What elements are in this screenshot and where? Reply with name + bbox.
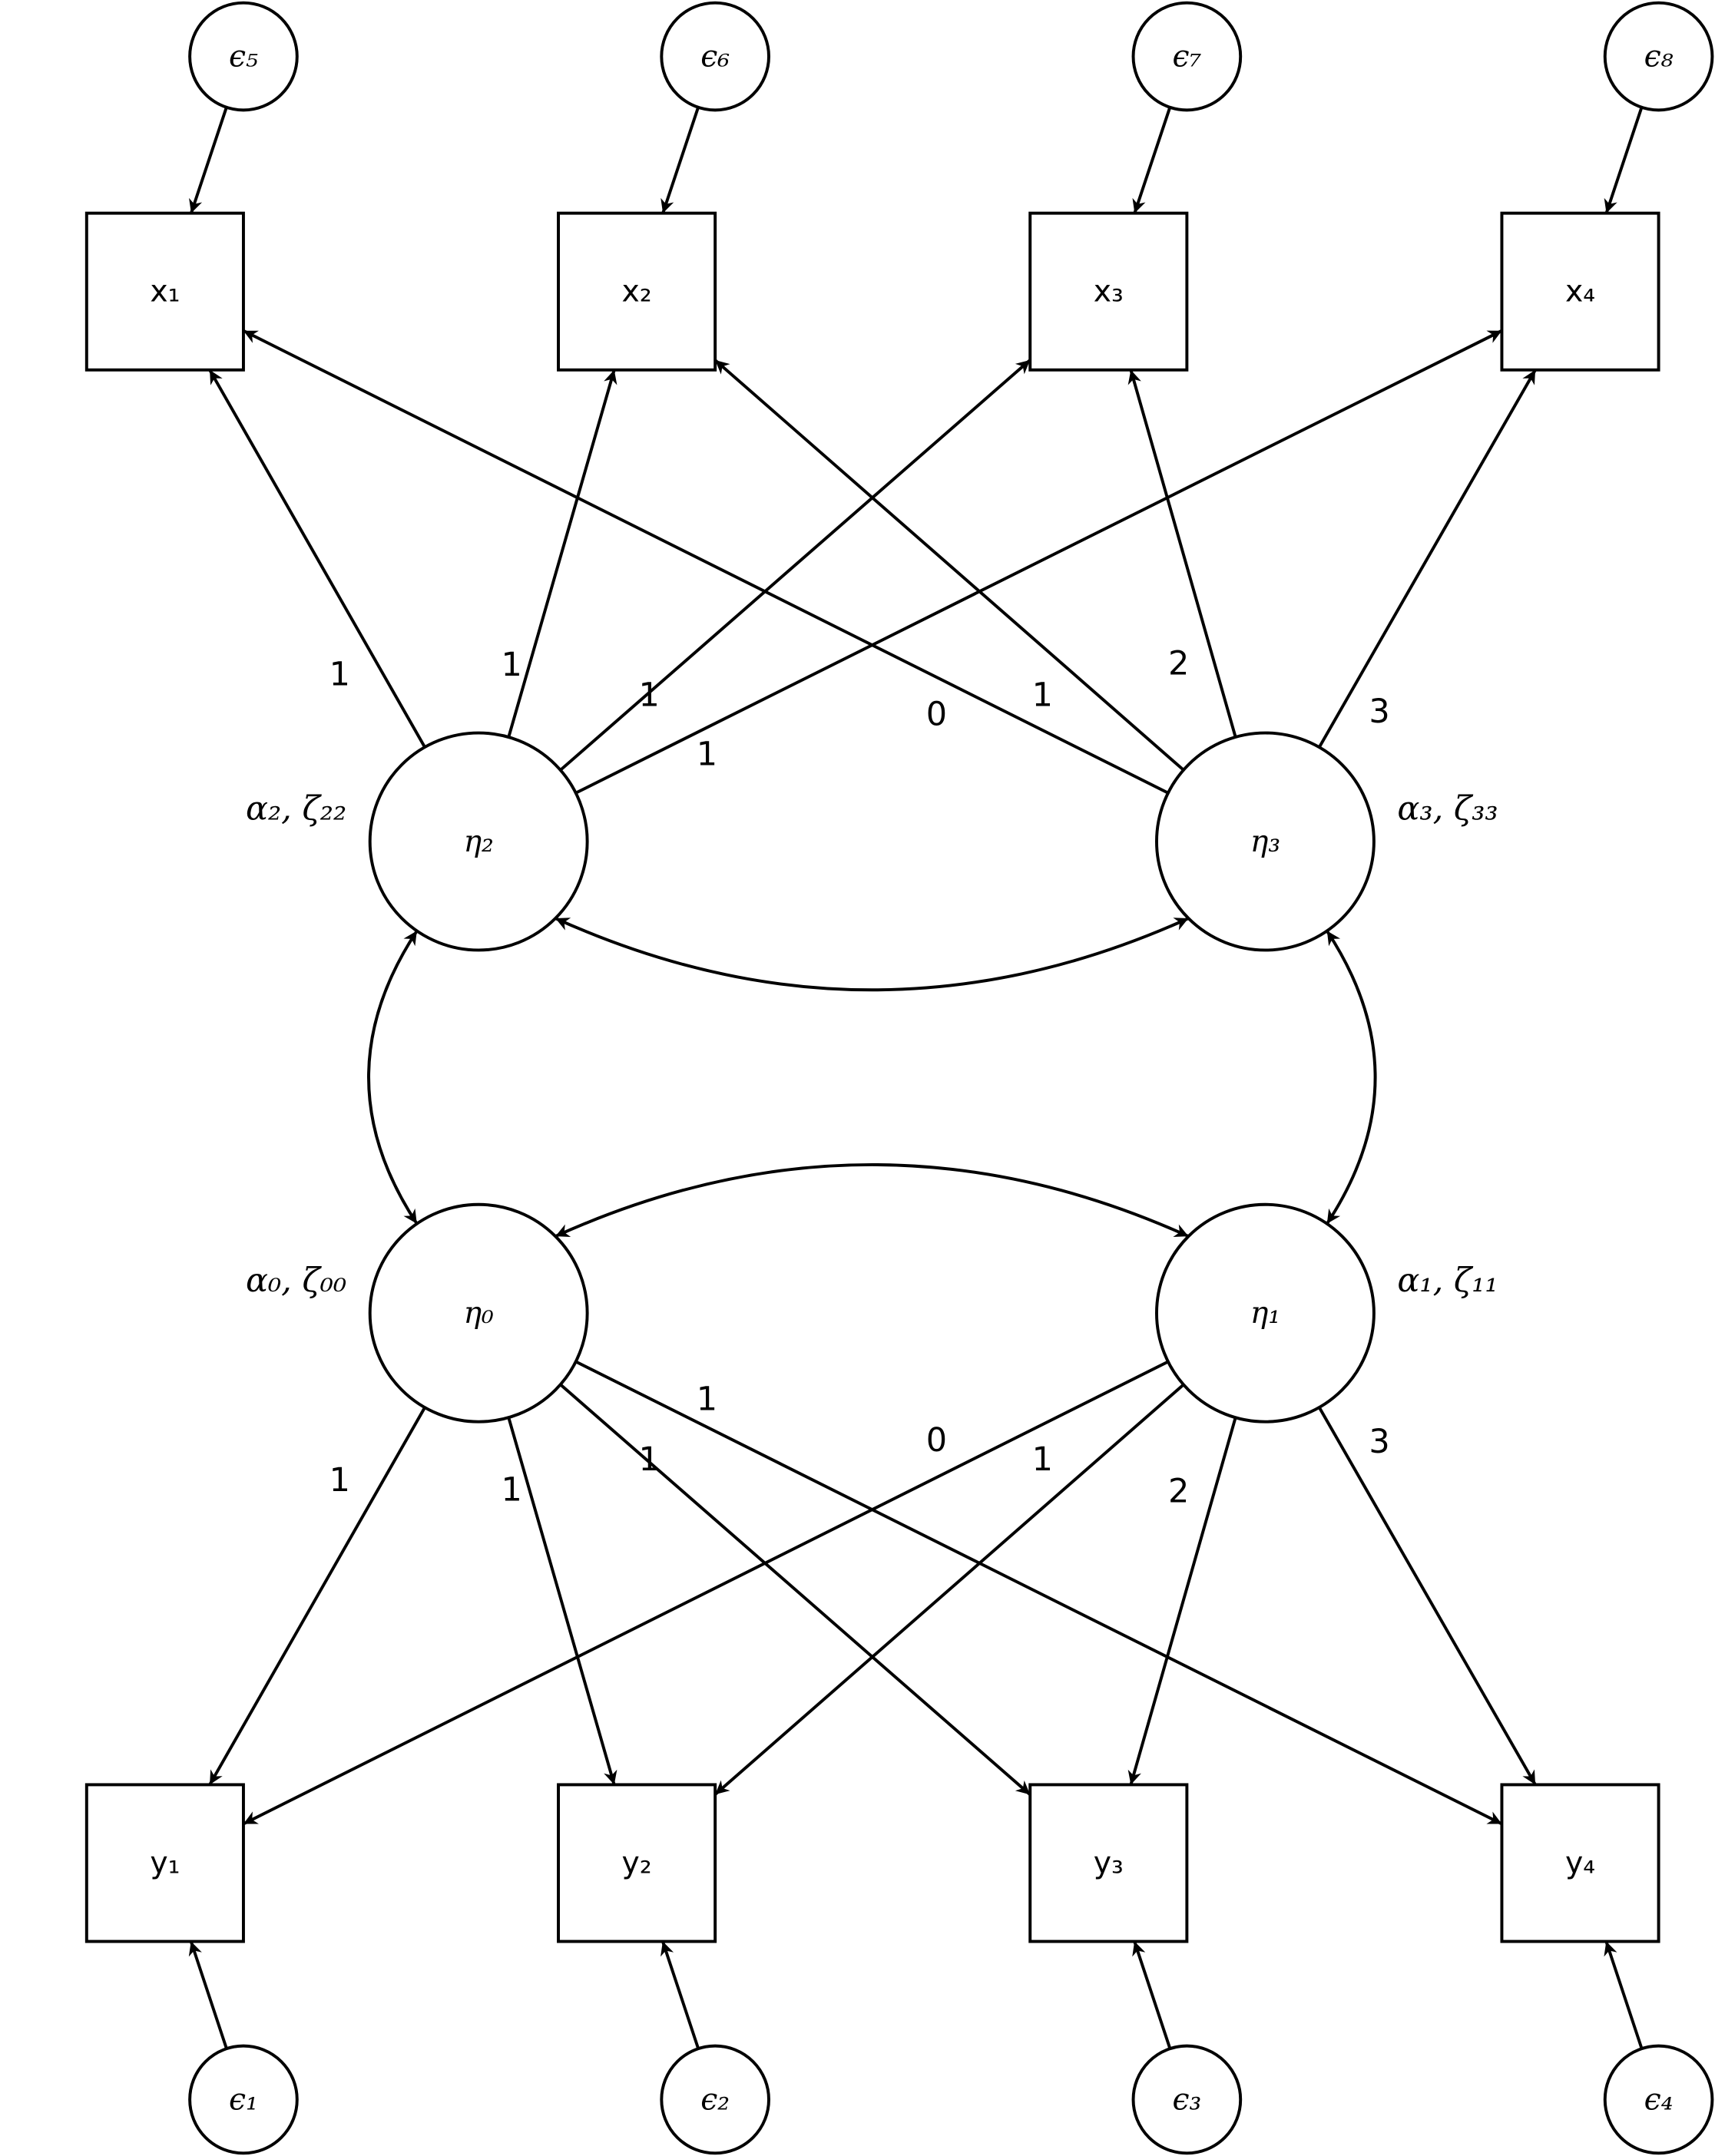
error-path-e5-x1 <box>189 107 228 214</box>
error-node-e7-label: ϵ₇ <box>1172 39 1201 74</box>
loading-path-eta0-y4 <box>574 1360 1503 1826</box>
error-node-e4: ϵ₄ <box>1603 2044 1714 2155</box>
observed-node-y4-label: y₄ <box>1565 1845 1595 1880</box>
loading-path-eta1-y2 <box>713 1383 1185 1796</box>
error-path-e1-y1 <box>188 1940 228 2049</box>
loading-path-eta2-x4 <box>574 329 1503 795</box>
error-path-e6-x2 <box>661 107 700 214</box>
error-node-e4-label: ϵ₄ <box>1644 2082 1674 2117</box>
loading-path-eta0-y2 <box>507 1417 617 1785</box>
loading-weight-eta0-y2: 1 <box>501 1471 521 1510</box>
error-node-e3: ϵ₃ <box>1131 2044 1243 2155</box>
error-node-e3-label: ϵ₃ <box>1172 2082 1201 2117</box>
error-node-e6: ϵ₆ <box>660 1 770 112</box>
loading-weight-eta3-x1: 0 <box>926 696 947 734</box>
latent-node-eta1: η₁ <box>1155 1202 1376 1424</box>
covariance-eta2-eta3 <box>555 917 1190 992</box>
loading-weight-eta2-x4: 1 <box>697 735 717 773</box>
loading-path-eta1-y4 <box>1318 1407 1537 1786</box>
latent-param-eta1: α₁, ζ₁₁ <box>1397 1262 1498 1300</box>
observed-node-y4: y₄ <box>1500 1783 1660 1943</box>
latent-param-eta2: α₂, ζ₂₂ <box>246 790 346 828</box>
latent-node-eta0: η₀ <box>368 1202 589 1424</box>
observed-node-x2: x₂ <box>557 211 717 372</box>
observed-node-y1: y₁ <box>84 1783 245 1943</box>
error-node-e5: ϵ₅ <box>188 1 299 112</box>
loading-weight-eta0-y4: 1 <box>697 1380 717 1418</box>
loading-weight-eta0-y1: 1 <box>329 1461 350 1500</box>
loading-path-eta3-x1 <box>243 329 1169 795</box>
loading-path-eta2-x1 <box>208 369 426 749</box>
loading-path-eta2-x2 <box>507 369 617 738</box>
observed-node-x2-label: x₂ <box>622 274 652 309</box>
latent-node-eta2: η₂ <box>368 731 589 952</box>
latent-node-eta0-label: η₀ <box>463 1295 494 1331</box>
observed-node-y1-label: y₁ <box>150 1845 180 1880</box>
error-path-e2-y2 <box>661 1940 700 2049</box>
latent-node-eta3-label: η₃ <box>1250 824 1280 859</box>
observed-node-y2: y₂ <box>557 1783 717 1943</box>
observed-node-x3: x₃ <box>1028 211 1189 372</box>
loading-weight-eta2-x3: 1 <box>639 676 660 714</box>
error-node-e7: ϵ₇ <box>1131 1 1243 112</box>
error-node-e1-label: ϵ₁ <box>229 2082 258 2117</box>
loading-weight-eta3-x3: 2 <box>1168 644 1189 683</box>
covariance-eta2-eta0 <box>367 930 419 1225</box>
error-path-e4-y4 <box>1604 1940 1644 2049</box>
loading-path-eta0-y3 <box>559 1383 1031 1796</box>
loading-weight-eta3-x2: 1 <box>1032 676 1053 714</box>
error-node-e2-label: ϵ₂ <box>700 2082 730 2117</box>
error-node-e8: ϵ₈ <box>1603 1 1714 112</box>
latent-node-eta2-label: η₂ <box>463 824 493 859</box>
loading-path-eta1-y1 <box>243 1360 1169 1826</box>
observed-node-x1: x₁ <box>84 211 245 372</box>
error-path-e3-y3 <box>1132 1940 1172 2049</box>
error-path-e8-x4 <box>1604 107 1644 214</box>
latent-param-eta0: α₀, ζ₀₀ <box>246 1262 346 1300</box>
error-node-e1: ϵ₁ <box>188 2044 299 2155</box>
loading-weight-eta2-x2: 1 <box>501 646 521 684</box>
loading-path-eta3-x2 <box>713 359 1185 772</box>
loading-weight-eta1-y3: 2 <box>1168 1472 1189 1510</box>
covariance-eta0-eta1 <box>555 1162 1190 1238</box>
observed-node-y3-label: y₃ <box>1094 1845 1124 1880</box>
covariance-eta3-eta1 <box>1326 930 1377 1225</box>
loading-weight-eta0-y3: 1 <box>639 1440 660 1479</box>
latent-param-eta3: α₃, ζ₃₃ <box>1397 790 1498 828</box>
observed-node-y3: y₃ <box>1028 1783 1189 1943</box>
sem-path-diagram: ϵ₅ ϵ₆ ϵ₇ ϵ₈ ϵ₁ ϵ₂ ϵ₃ ϵ₄ x₁ x₂ x₃ x₄ y₁ y₂ y₃ y₄ η₂ η₃ η₀ η₁… <box>84 1 1714 2155</box>
error-path-e7-x3 <box>1132 107 1172 214</box>
loading-weight-eta1-y4: 3 <box>1369 1423 1389 1461</box>
loading-weight-eta3-x4: 3 <box>1369 693 1389 731</box>
observed-node-x4: x₄ <box>1500 211 1660 372</box>
loading-weight-eta1-y1: 0 <box>926 1421 947 1460</box>
loading-path-eta3-x4 <box>1318 369 1537 749</box>
error-node-e8-label: ϵ₈ <box>1644 39 1674 74</box>
observed-node-x1-label: x₁ <box>150 274 180 309</box>
error-node-e2: ϵ₂ <box>660 2044 770 2155</box>
loading-path-eta2-x3 <box>559 359 1031 772</box>
loading-path-eta0-y1 <box>208 1407 426 1786</box>
latent-node-eta1-label: η₁ <box>1250 1295 1280 1331</box>
loading-weight-eta1-y2: 1 <box>1032 1440 1053 1479</box>
error-node-e5-label: ϵ₅ <box>229 39 258 74</box>
observed-node-x3-label: x₃ <box>1094 274 1124 309</box>
error-node-e6-label: ϵ₆ <box>700 39 730 74</box>
loading-weight-eta2-x1: 1 <box>329 656 350 694</box>
observed-node-y2-label: y₂ <box>622 1845 652 1880</box>
latent-node-eta3: η₃ <box>1155 731 1376 952</box>
observed-node-x4-label: x₄ <box>1565 274 1595 309</box>
